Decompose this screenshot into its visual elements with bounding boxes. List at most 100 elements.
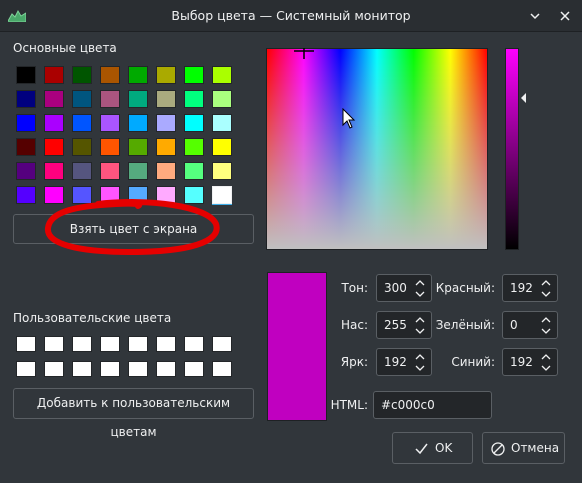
cancel-icon [491, 442, 505, 456]
basic-color-swatch[interactable] [72, 90, 92, 108]
basic-color-swatch[interactable] [72, 162, 92, 180]
custom-color-swatch[interactable] [128, 361, 148, 377]
cancel-button[interactable]: Отмена [482, 432, 565, 464]
basic-color-swatch[interactable] [212, 162, 232, 180]
custom-color-swatch[interactable] [16, 336, 36, 352]
add-custom-color-button[interactable]: Добавить к пользовательским цветам [13, 388, 254, 439]
custom-color-swatch[interactable] [100, 336, 120, 352]
custom-color-swatch[interactable] [100, 361, 120, 377]
custom-color-swatch[interactable] [212, 361, 232, 377]
hue-value: 300 [384, 281, 407, 295]
basic-color-swatch[interactable] [128, 114, 148, 132]
custom-color-swatch[interactable] [212, 336, 232, 352]
saturation-spinbox[interactable]: 255 [376, 311, 432, 339]
value-slider[interactable] [505, 48, 527, 250]
mouse-pointer-icon [342, 108, 356, 129]
value-slider-handle-icon[interactable] [521, 93, 526, 103]
basic-color-swatch[interactable] [44, 162, 64, 180]
green-label: Зелёный: [435, 318, 495, 332]
close-button[interactable] [556, 7, 574, 25]
basic-color-swatch[interactable] [44, 90, 64, 108]
arrow-up-icon[interactable] [415, 278, 425, 288]
basic-color-swatch[interactable] [16, 186, 36, 204]
basic-color-swatch[interactable] [44, 138, 64, 156]
basic-color-swatch[interactable] [100, 66, 120, 84]
custom-color-swatch[interactable] [128, 336, 148, 352]
color-preview [267, 272, 327, 421]
basic-color-swatch[interactable] [128, 138, 148, 156]
basic-color-swatch[interactable] [72, 114, 92, 132]
basic-color-swatch[interactable] [156, 162, 176, 180]
custom-color-swatch[interactable] [72, 336, 92, 352]
green-value: 0 [510, 318, 518, 332]
arrow-down-icon[interactable] [415, 363, 425, 373]
value-value: 192 [384, 355, 407, 369]
basic-color-swatch[interactable] [100, 162, 120, 180]
hue-spinbox[interactable]: 300 [376, 274, 432, 302]
basic-color-swatch[interactable] [156, 114, 176, 132]
basic-color-swatch[interactable] [100, 138, 120, 156]
custom-color-swatch[interactable] [16, 361, 36, 377]
basic-color-swatch[interactable] [72, 138, 92, 156]
basic-color-swatch[interactable] [128, 90, 148, 108]
basic-color-swatch[interactable] [212, 114, 232, 132]
custom-colors-grid [16, 336, 232, 379]
arrow-down-icon[interactable] [415, 289, 425, 299]
basic-color-swatch[interactable] [16, 90, 36, 108]
basic-color-swatch[interactable] [128, 66, 148, 84]
basic-color-swatch[interactable] [156, 66, 176, 84]
arrow-up-icon[interactable] [415, 315, 425, 325]
basic-color-swatch[interactable] [212, 138, 232, 156]
basic-color-swatch[interactable] [156, 90, 176, 108]
arrow-down-icon[interactable] [541, 326, 551, 336]
html-color-input[interactable]: #c000c0 [373, 391, 492, 419]
saturation-label: Нас: [340, 318, 368, 332]
basic-color-swatch[interactable] [72, 66, 92, 84]
basic-color-swatch[interactable] [184, 114, 204, 132]
custom-color-swatch[interactable] [184, 336, 204, 352]
arrow-down-icon[interactable] [415, 326, 425, 336]
custom-color-swatch[interactable] [156, 336, 176, 352]
custom-color-swatch[interactable] [184, 361, 204, 377]
checkmark-icon [415, 443, 428, 455]
hue-saturation-picker[interactable] [266, 48, 488, 250]
arrow-up-icon[interactable] [541, 278, 551, 288]
custom-color-swatch[interactable] [44, 336, 64, 352]
annotation-ellipse [45, 199, 220, 256]
basic-color-swatch[interactable] [16, 66, 36, 84]
arrow-down-icon[interactable] [541, 363, 551, 373]
basic-color-swatch[interactable] [16, 138, 36, 156]
custom-color-swatch[interactable] [156, 361, 176, 377]
chevron-down-icon [530, 13, 540, 20]
custom-color-swatch[interactable] [44, 361, 64, 377]
basic-color-swatch[interactable] [100, 90, 120, 108]
basic-color-swatch[interactable] [156, 138, 176, 156]
basic-color-swatch[interactable] [184, 90, 204, 108]
green-spinbox[interactable]: 0 [502, 311, 558, 339]
arrow-up-icon[interactable] [415, 352, 425, 362]
basic-color-swatch[interactable] [212, 90, 232, 108]
basic-color-swatch[interactable] [184, 66, 204, 84]
basic-color-swatch[interactable] [184, 162, 204, 180]
basic-color-swatch[interactable] [100, 114, 120, 132]
basic-color-swatch[interactable] [44, 114, 64, 132]
arrow-up-icon[interactable] [541, 315, 551, 325]
value-spinbox[interactable]: 192 [376, 348, 432, 376]
blue-label: Синий: [451, 355, 495, 369]
title-bar: Выбор цвета — Системный монитор [0, 0, 582, 32]
basic-color-swatch[interactable] [44, 66, 64, 84]
red-spinbox[interactable]: 192 [502, 274, 558, 302]
custom-color-swatch[interactable] [72, 361, 92, 377]
arrow-down-icon[interactable] [541, 289, 551, 299]
arrow-up-icon[interactable] [541, 352, 551, 362]
basic-color-swatch[interactable] [212, 66, 232, 84]
blue-spinbox[interactable]: 192 [502, 348, 558, 376]
basic-color-swatch[interactable] [128, 162, 148, 180]
ok-label: OK [435, 441, 453, 455]
ok-button[interactable]: OK [392, 432, 473, 464]
basic-color-swatch[interactable] [16, 162, 36, 180]
basic-color-swatch[interactable] [16, 114, 36, 132]
basic-color-swatch[interactable] [184, 138, 204, 156]
custom-colors-label: Пользовательские цвета [13, 311, 172, 325]
collapse-button[interactable] [526, 7, 544, 25]
